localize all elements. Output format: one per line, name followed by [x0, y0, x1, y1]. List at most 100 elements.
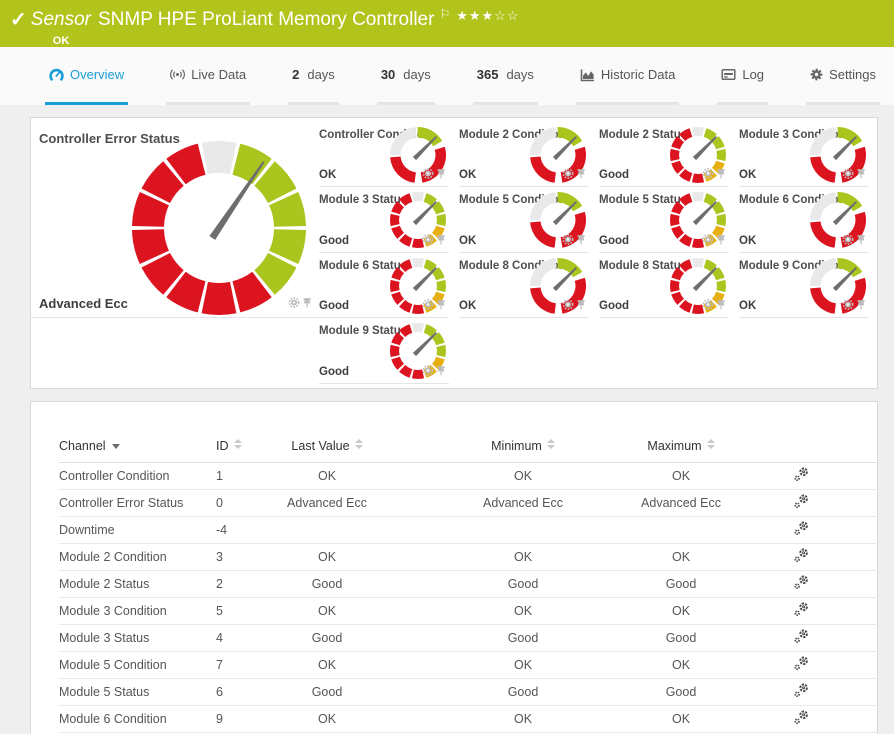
table-row: Controller Error Status 0 Advanced Ecc Adva… — [59, 489, 879, 516]
value-cell: OK — [671, 711, 691, 726]
table-row: Module 2 Status 2 Good Good Good — [59, 570, 879, 597]
channel-name-cell[interactable]: Downtime — [59, 516, 216, 543]
pin-icon — [717, 169, 725, 179]
value-cell: 1 — [216, 468, 223, 483]
channel-table-header-row: Channel ID Last Value Minimum Maximum — [59, 431, 879, 463]
value-cell: Good — [311, 684, 343, 699]
value-cell: Advanced Ecc — [641, 495, 721, 510]
gauge-settings-gear-icon — [562, 233, 574, 245]
gauge-corner-icons[interactable] — [841, 298, 869, 316]
broadcast-icon — [170, 69, 186, 80]
gauge-corner-icons[interactable] — [701, 233, 729, 251]
channel-name-cell[interactable]: Controller Error Status — [59, 489, 216, 516]
gauge-tile-module-3-condition[interactable]: Module 3 Condition OK — [739, 122, 869, 188]
gauge-tile-module-9-status[interactable]: Module 9 Status Good — [319, 318, 449, 384]
tab-historic-data[interactable]: Historic Data — [575, 47, 680, 105]
channel-name-cell[interactable]: Module 6 Condition — [59, 705, 216, 732]
edit-channel-button[interactable] — [793, 574, 810, 590]
channel-name-cell[interactable]: Module 5 Status — [59, 678, 216, 705]
edit-channel-button[interactable] — [793, 628, 810, 644]
value-cell: OK — [671, 549, 691, 564]
overview-gauges-panel: Controller Error Status Advanced Ecc Con… — [30, 117, 878, 389]
value-cell: OK — [671, 603, 691, 618]
channel-table: Channel ID Last Value Minimum Maximum Contro… — [59, 431, 879, 733]
pin-icon — [437, 365, 445, 375]
gauge-tile-module-9-condition[interactable]: Module 9 Condition OK — [739, 253, 869, 319]
value-cell: 6 — [216, 684, 223, 699]
value-cell: Advanced Ecc — [483, 495, 563, 510]
column-header-minimum[interactable]: Minimum — [408, 431, 638, 463]
edit-channel-button[interactable] — [793, 709, 810, 725]
tab-2-days[interactable]: 2 days — [288, 47, 339, 105]
gauge-tile-controller-condition[interactable]: Controller Condition OK — [319, 122, 449, 188]
channel-name-cell[interactable]: Controller Condition — [59, 462, 216, 489]
value-cell — [638, 516, 724, 543]
empty-cell — [459, 318, 589, 383]
value-cell: OK — [513, 657, 533, 672]
edit-channel-button[interactable] — [793, 655, 810, 671]
edit-channel-button[interactable] — [793, 601, 810, 617]
gauge-settings-gear-icon — [422, 299, 434, 311]
gauge-corner-icons[interactable] — [701, 298, 729, 316]
channel-name-cell[interactable]: Module 3 Status — [59, 624, 216, 651]
pin-icon — [857, 169, 865, 179]
gauge-tile-module-8-condition[interactable]: Module 8 Condition OK — [459, 253, 589, 319]
pin-icon — [857, 234, 865, 245]
empty-cell — [599, 318, 729, 383]
tab-live-data[interactable]: Live Data — [166, 47, 251, 105]
sensor-status-text: OK — [52, 35, 70, 47]
channel-name-cell[interactable]: Module 2 Status — [59, 570, 216, 597]
priority-stars[interactable]: ★★★☆☆ — [456, 8, 519, 24]
flag-icon[interactable]: ⚐ — [439, 8, 450, 20]
small-gauge-grid: Controller Condition OK Module 2 Condition… — [319, 122, 879, 388]
gauge-corner-icons[interactable] — [561, 233, 589, 251]
gauge-corner-icons[interactable] — [421, 298, 449, 316]
gauge-corner-icons[interactable] — [701, 167, 729, 185]
channel-name-cell[interactable]: Module 5 Condition — [59, 651, 216, 678]
gauge-settings-gear-icon — [562, 168, 574, 180]
value-cell: OK — [317, 603, 337, 618]
gauge-tile-module-5-condition[interactable]: Module 5 Condition OK — [459, 187, 589, 253]
gauge-tile-module-8-status[interactable]: Module 8 Status Good — [599, 253, 729, 319]
gauge-corner-icons[interactable] — [561, 298, 589, 316]
gauge-tile-module-3-status[interactable]: Module 3 Status Good — [319, 187, 449, 253]
tab-overview[interactable]: Overview — [45, 47, 129, 105]
gauge-corner-icons[interactable] — [561, 167, 589, 185]
edit-channel-button[interactable] — [793, 466, 810, 482]
gauge-corner-icons[interactable] — [841, 233, 869, 251]
gauge-tile-module-2-status[interactable]: Module 2 Status Good — [599, 122, 729, 188]
channel-table-panel: Channel ID Last Value Minimum Maximum Contro… — [30, 401, 879, 734]
value-cell: 5 — [216, 603, 223, 618]
gauge-corner-icons[interactable] — [421, 233, 449, 251]
tab-log[interactable]: Log — [717, 47, 769, 105]
gauge-corner-icons[interactable] — [421, 167, 449, 185]
tab-settings[interactable]: Settings — [806, 47, 881, 105]
gauge-corner-icons[interactable] — [421, 364, 449, 382]
gauge-tile-controller-error-status[interactable]: Controller Error Status Advanced Ecc — [31, 122, 319, 318]
gauge-tile-module-6-status[interactable]: Module 6 Status Good — [319, 253, 449, 319]
table-row: Downtime -4 — [59, 516, 879, 543]
edit-channel-button[interactable] — [793, 493, 810, 509]
edit-channel-button[interactable] — [793, 682, 810, 698]
pin-icon — [577, 234, 585, 245]
gauge-corner-icons[interactable] — [287, 296, 315, 314]
gauge-corner-icons[interactable] — [841, 167, 869, 185]
tab-365-days[interactable]: 365 days — [472, 47, 538, 105]
gear-icon — [810, 68, 823, 81]
gauge-tile-module-6-condition[interactable]: Module 6 Condition OK — [739, 187, 869, 253]
gauge-settings-gear-icon — [702, 299, 714, 311]
channel-name-cell[interactable]: Module 3 Condition — [59, 597, 216, 624]
value-cell: Good — [507, 630, 539, 645]
tab-30-days[interactable]: 30 days — [376, 47, 435, 105]
column-header-last-value[interactable]: Last Value — [246, 431, 408, 463]
edit-channel-button[interactable] — [793, 520, 810, 536]
gauge-tile-module-2-condition[interactable]: Module 2 Condition OK — [459, 122, 589, 188]
gauge-settings-gear-icon — [422, 168, 434, 180]
log-icon — [721, 69, 736, 80]
column-header-maximum[interactable]: Maximum — [638, 431, 724, 463]
channel-name-cell[interactable]: Module 2 Condition — [59, 543, 216, 570]
column-header-id[interactable]: ID — [216, 431, 246, 463]
column-header-channel[interactable]: Channel — [59, 431, 216, 463]
edit-channel-button[interactable] — [793, 547, 810, 563]
gauge-tile-module-5-status[interactable]: Module 5 Status Good — [599, 187, 729, 253]
